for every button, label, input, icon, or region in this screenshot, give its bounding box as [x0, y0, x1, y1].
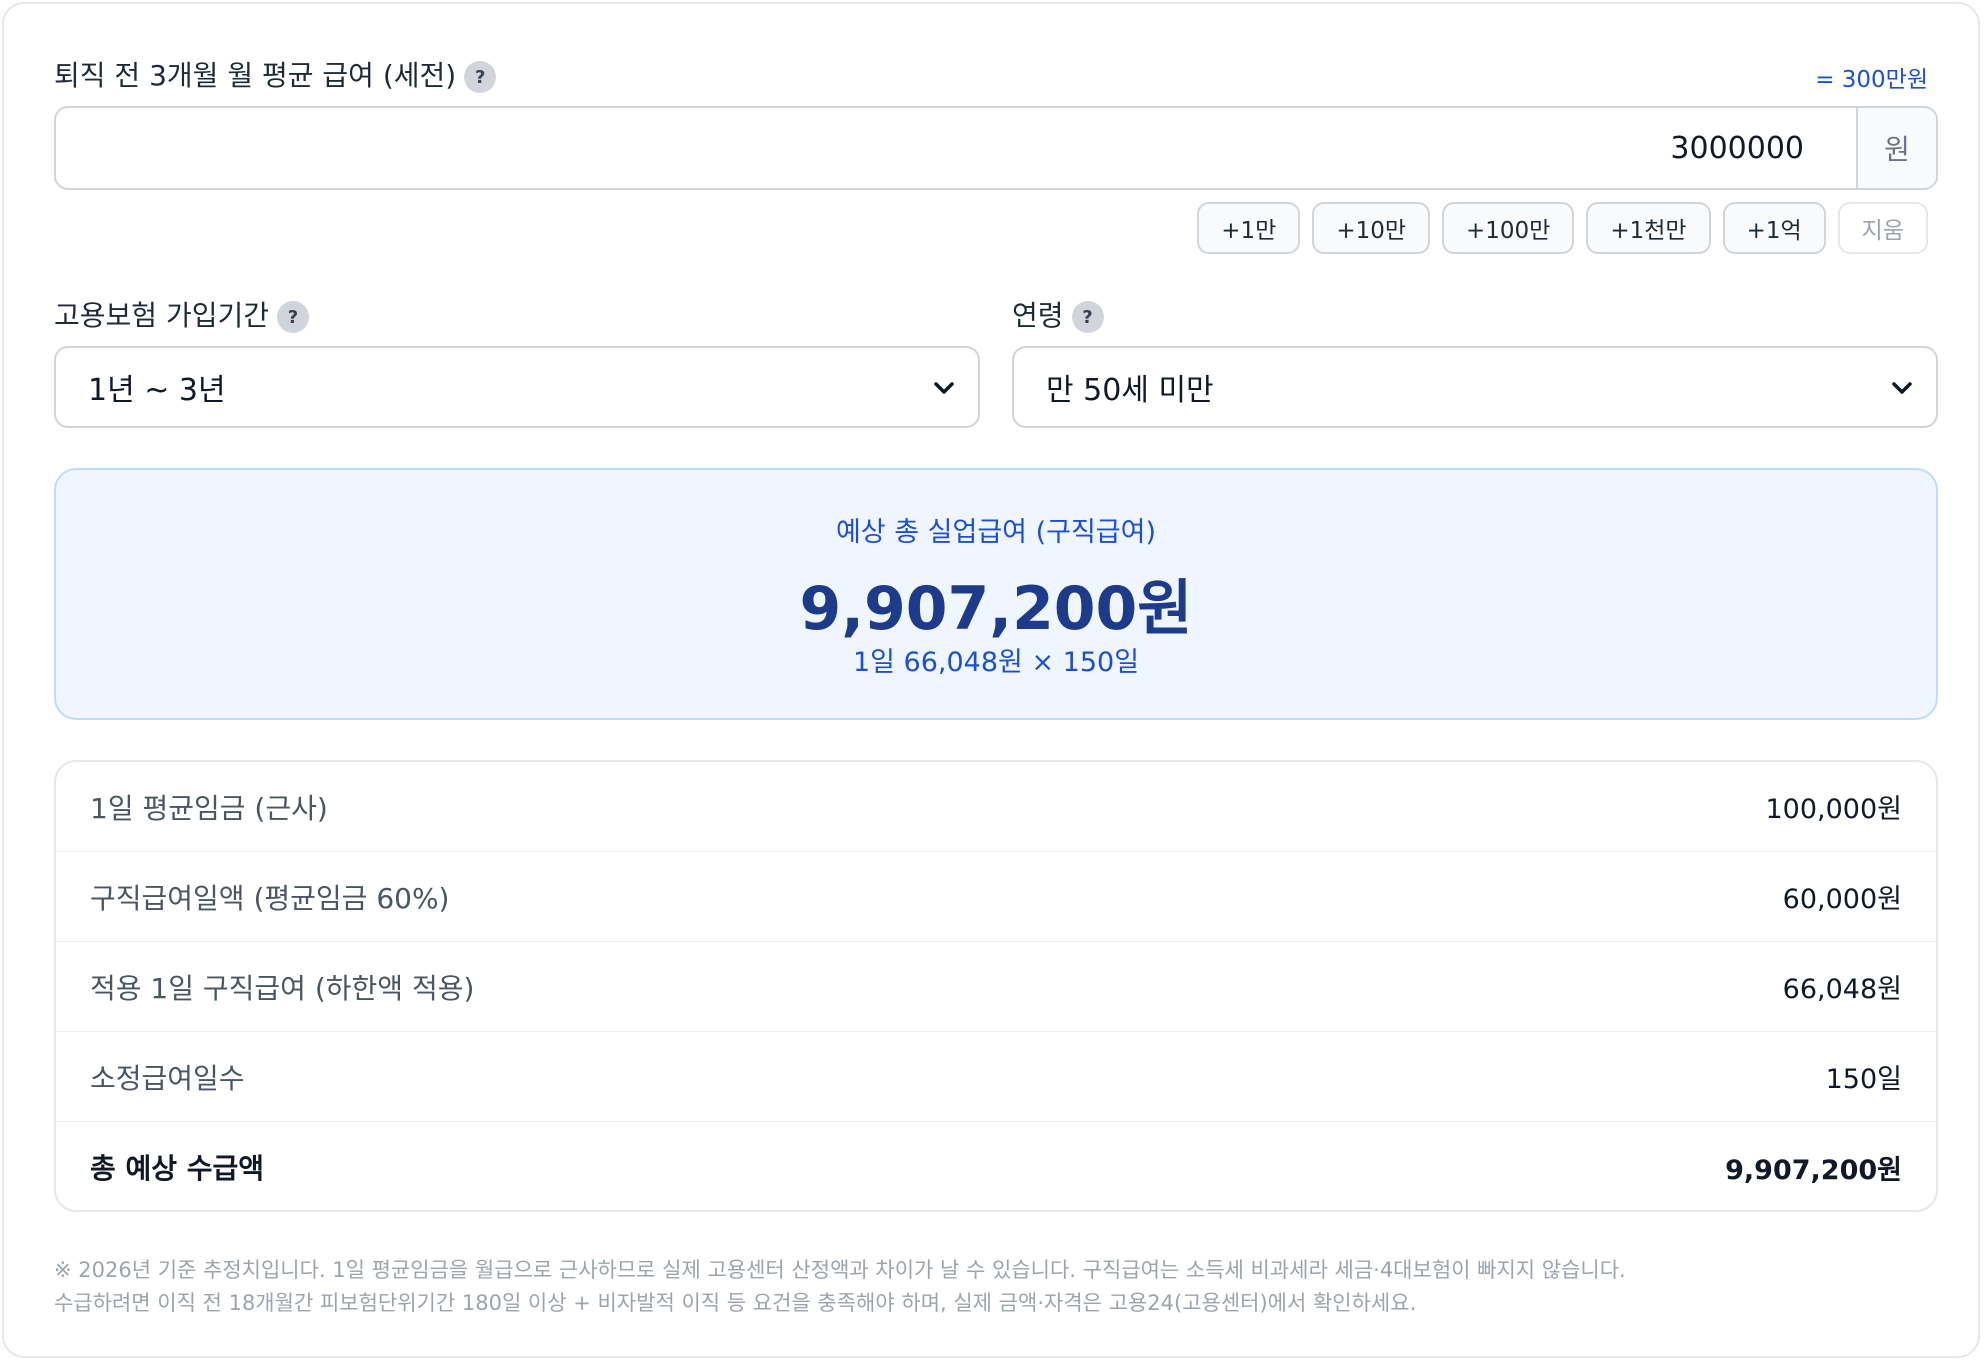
- result-total: 9,907,200원: [799, 574, 1193, 644]
- age-value: 만 50세 미만: [1046, 373, 1214, 408]
- footnotes: ※ 2026년 기준 추정치입니다. 1일 평균임금을 월급으로 근사하므로 실…: [54, 1254, 1944, 1320]
- salary-input-group: 원: [54, 106, 1938, 190]
- table-row: 적용 1일 구직급여 (하한액 적용) 66,048원: [56, 942, 1936, 1032]
- salary-unit: 원: [1856, 108, 1936, 188]
- age-label-row: 연령 ?: [1012, 294, 1104, 334]
- age-select[interactable]: 만 50세 미만: [1012, 346, 1938, 428]
- insurance-period-label: 고용보험 가입기간: [54, 299, 269, 332]
- add-100m-button[interactable]: +1억: [1722, 202, 1826, 254]
- footnote-line: ※ 2026년 기준 추정치입니다. 1일 평균임금을 월급으로 근사하므로 실…: [54, 1258, 1626, 1282]
- salary-help-icon[interactable]: ?: [464, 61, 497, 93]
- salary-amount-hint: = 300만원: [1815, 67, 1928, 93]
- quick-add-buttons: +1만 +10만 +100만 +1천만 +1억 지움: [1197, 202, 1928, 254]
- chevron-down-icon: [934, 382, 954, 394]
- table-row: 1일 평균임금 (근사) 100,000원: [56, 762, 1936, 852]
- footnote-line: 수급하려면 이직 전 18개월간 피보험단위기간 180일 이상 + 비자발적 …: [54, 1291, 1417, 1315]
- age-help-icon[interactable]: ?: [1071, 301, 1104, 333]
- total-label: 총 예상 수급액: [90, 1152, 265, 1185]
- add-10k-button[interactable]: +1만: [1197, 202, 1301, 254]
- insurance-period-select[interactable]: 1년 ~ 3년: [54, 346, 980, 428]
- result-formula: 1일 66,048원 × 150일: [852, 647, 1140, 678]
- total-value: 9,907,200원: [1725, 1154, 1902, 1186]
- table-row: 소정급여일수 150일: [56, 1032, 1936, 1122]
- row-value: 150일: [1825, 1064, 1902, 1095]
- insurance-help-icon[interactable]: ?: [276, 301, 309, 333]
- salary-input[interactable]: [56, 108, 1856, 188]
- breakdown-table: 1일 평균임금 (근사) 100,000원 구직급여일액 (평균임금 60%) …: [54, 760, 1938, 1212]
- calculator-card: 퇴직 전 3개월 월 평균 급여 (세전) ? = 300만원 원 +1만 +1…: [2, 2, 1980, 1358]
- row-label: 적용 1일 구직급여 (하한액 적용): [90, 971, 475, 1005]
- result-summary: 예상 총 실업급여 (구직급여) 9,907,200원 1일 66,048원 ×…: [54, 468, 1938, 720]
- row-label: 1일 평균임금 (근사): [90, 791, 328, 825]
- insurance-label-row: 고용보험 가입기간 ?: [54, 294, 309, 334]
- insurance-period-value: 1년 ~ 3년: [88, 373, 226, 408]
- clear-button[interactable]: 지움: [1837, 202, 1928, 254]
- row-label: 구직급여일액 (평균임금 60%): [90, 881, 450, 915]
- salary-label: 퇴직 전 3개월 월 평균 급여 (세전): [54, 59, 457, 92]
- total-row: 총 예상 수급액 9,907,200원: [56, 1122, 1936, 1210]
- add-10m-button[interactable]: +1천만: [1586, 202, 1711, 254]
- row-value: 66,048원: [1782, 974, 1902, 1005]
- row-value: 60,000원: [1782, 884, 1902, 915]
- add-1m-button[interactable]: +100만: [1442, 202, 1575, 254]
- row-value: 100,000원: [1765, 794, 1903, 825]
- row-label: 소정급여일수: [90, 1061, 245, 1095]
- chevron-down-icon: [1892, 382, 1912, 394]
- add-100k-button[interactable]: +10만: [1312, 202, 1431, 254]
- salary-label-row: 퇴직 전 3개월 월 평균 급여 (세전) ?: [54, 54, 497, 94]
- age-label: 연령: [1012, 299, 1064, 332]
- result-label: 예상 총 실업급여 (구직급여): [835, 517, 1157, 548]
- table-row: 구직급여일액 (평균임금 60%) 60,000원: [56, 852, 1936, 942]
